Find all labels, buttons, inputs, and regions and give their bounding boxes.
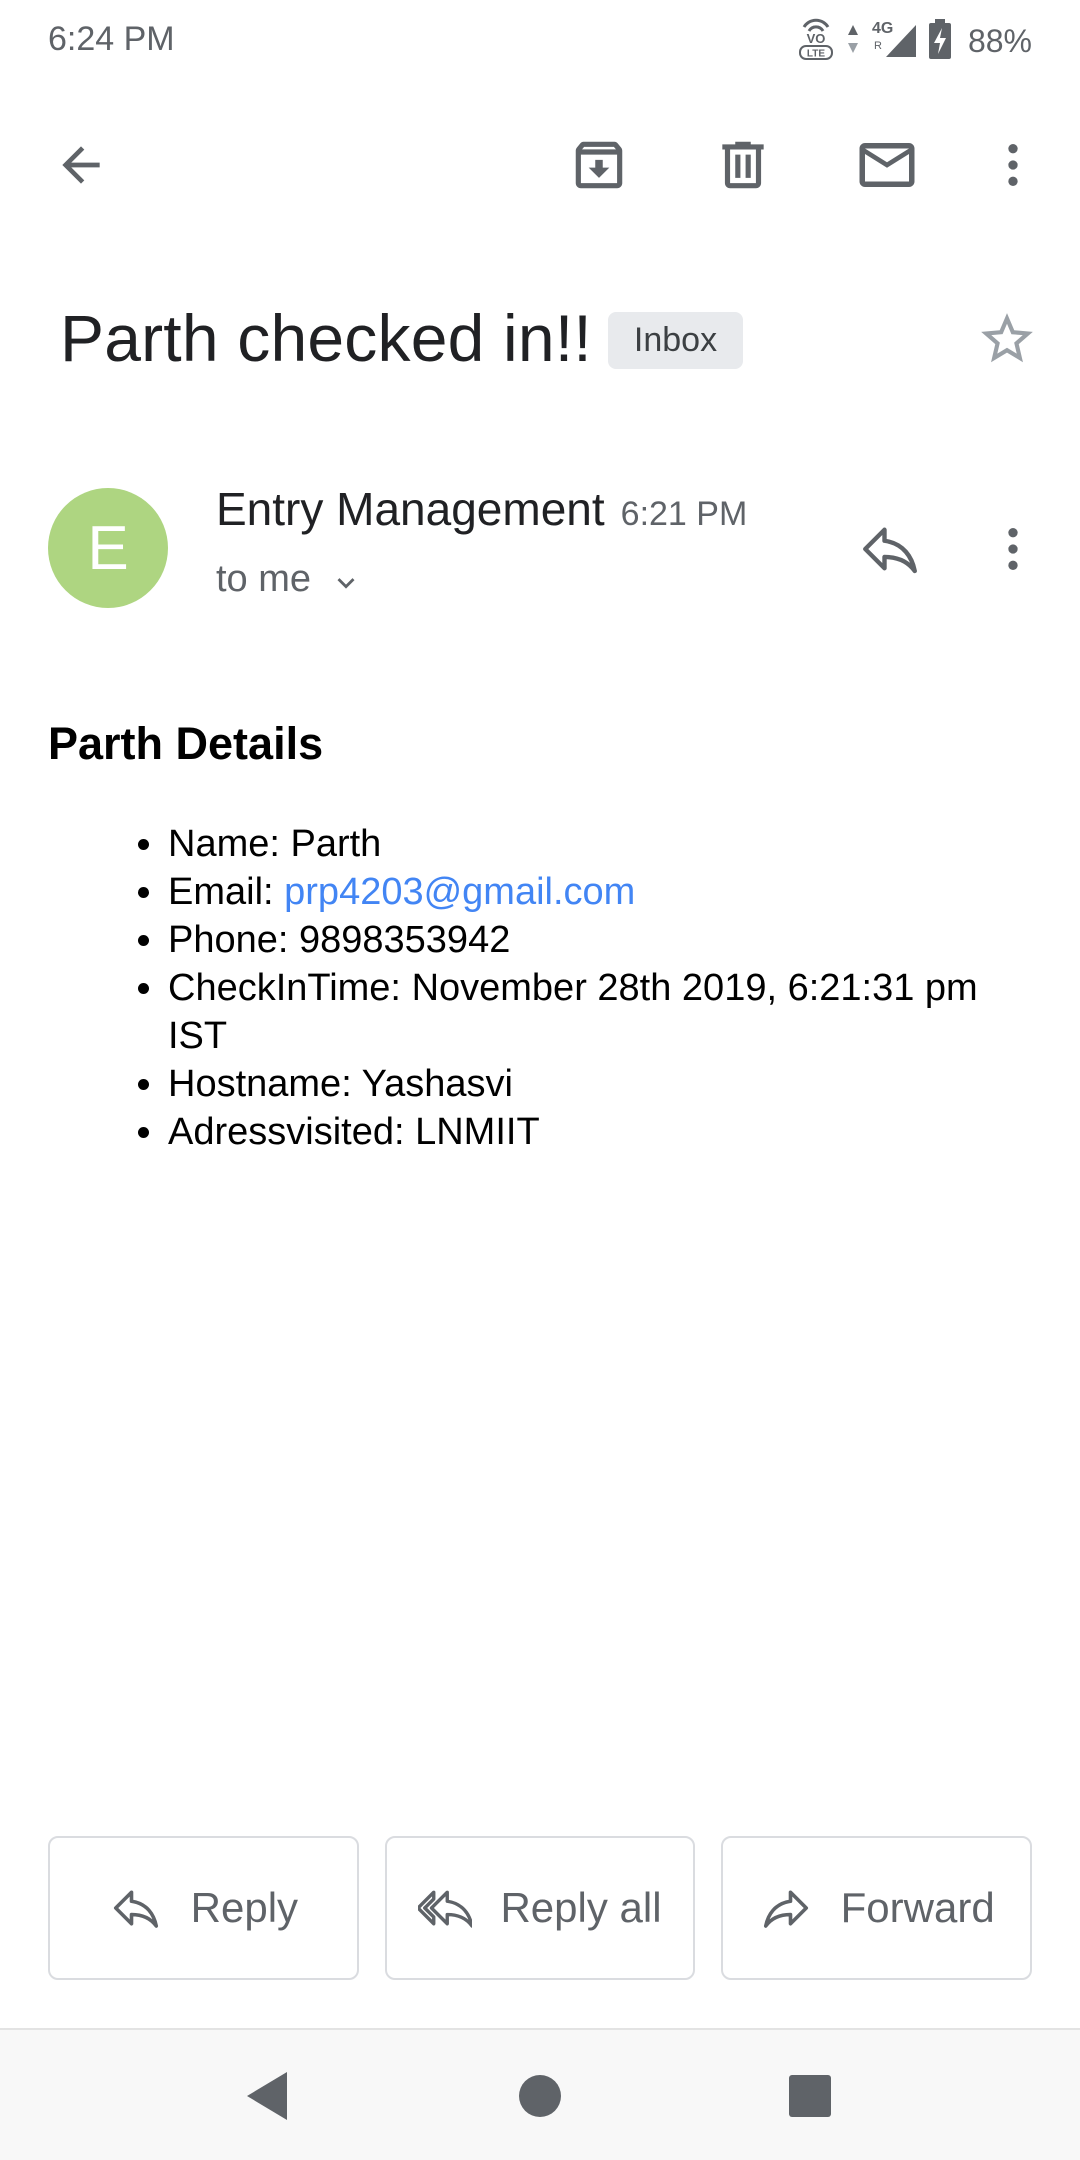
sender-name: Entry Management bbox=[216, 483, 605, 535]
back-button[interactable] bbox=[48, 132, 114, 198]
more-options-button[interactable] bbox=[980, 132, 1046, 198]
list-item: Email: prp4203@gmail.com bbox=[130, 868, 1010, 916]
nav-recents-button[interactable] bbox=[774, 2060, 846, 2132]
nav-back-button[interactable] bbox=[232, 2060, 304, 2132]
detail-label: Email: bbox=[168, 871, 285, 913]
delete-icon bbox=[722, 141, 764, 189]
detail-value: LNMIIT bbox=[415, 1111, 540, 1153]
svg-text:4G: 4G bbox=[872, 20, 893, 37]
status-time: 6:24 PM bbox=[48, 20, 175, 58]
label-chip[interactable]: Inbox bbox=[607, 311, 744, 369]
email-link[interactable]: prp4203@gmail.com bbox=[284, 871, 635, 913]
system-nav-bar bbox=[0, 2028, 1080, 2160]
sender-avatar[interactable]: E bbox=[48, 488, 168, 608]
action-buttons: Reply Reply all Forward bbox=[48, 1836, 1033, 1980]
list-item: Name: Parth bbox=[130, 820, 1010, 868]
sender-info: Entry Management 6:21 PM bbox=[216, 482, 747, 536]
signal-4g-icon: 4G R bbox=[870, 17, 918, 66]
list-item: Hostname: Yashasvi bbox=[130, 1060, 1010, 1108]
nav-home-icon bbox=[519, 2075, 561, 2117]
star-button[interactable] bbox=[974, 306, 1040, 372]
star-icon bbox=[981, 313, 1033, 363]
mark-unread-icon bbox=[859, 143, 915, 187]
reply-all-label: Reply all bbox=[500, 1884, 662, 1931]
recipient-details-toggle[interactable]: to me bbox=[216, 558, 363, 601]
detail-value: 9898353942 bbox=[299, 919, 511, 961]
subject-row: Parth checked in!! Inbox bbox=[60, 300, 744, 376]
nav-recents-icon bbox=[789, 2075, 831, 2117]
back-arrow-icon bbox=[62, 146, 100, 184]
nav-home-button[interactable] bbox=[504, 2060, 576, 2132]
delete-button[interactable] bbox=[710, 132, 776, 198]
email-subject: Parth checked in!! bbox=[60, 301, 592, 375]
reply-icon bbox=[113, 1890, 158, 1928]
email-toolbar bbox=[0, 110, 1080, 220]
list-item: Adressvisited: LNMIIT bbox=[130, 1108, 1010, 1156]
detail-label: Adressvisited: bbox=[168, 1111, 416, 1153]
volte-icon: VO LTE bbox=[796, 17, 836, 66]
reply-button[interactable]: Reply bbox=[48, 1836, 359, 1980]
message-more-button[interactable] bbox=[980, 516, 1046, 582]
more-vert-icon bbox=[1008, 144, 1018, 186]
svg-text:VO: VO bbox=[807, 31, 826, 46]
recipient-text: to me bbox=[216, 558, 312, 600]
detail-label: Phone: bbox=[168, 919, 299, 961]
list-item: CheckInTime: November 28th 2019, 6:21:31… bbox=[130, 964, 1010, 1060]
reply-label: Reply bbox=[190, 1884, 299, 1931]
detail-label: Name: bbox=[168, 823, 291, 865]
svg-text:LTE: LTE bbox=[807, 48, 825, 59]
forward-icon bbox=[763, 1890, 808, 1928]
archive-icon bbox=[575, 141, 623, 189]
quick-reply-button[interactable] bbox=[852, 516, 928, 582]
status-icons: VO LTE 4G R 88% bbox=[796, 16, 1032, 66]
battery-percent: 88% bbox=[967, 22, 1032, 59]
svg-text:R: R bbox=[874, 40, 882, 52]
detail-value: Yashasvi bbox=[361, 1063, 513, 1105]
nav-back-icon bbox=[247, 2072, 287, 2120]
chevron-down-icon bbox=[337, 577, 355, 589]
detail-label: CheckInTime: bbox=[168, 967, 412, 1009]
reply-icon bbox=[863, 527, 917, 574]
battery-charging-icon bbox=[928, 18, 952, 65]
data-activity-icon bbox=[846, 21, 860, 62]
status-bar: 6:24 PM VO LTE 4G R 88% bbox=[0, 0, 1080, 84]
email-time: 6:21 PM bbox=[620, 495, 748, 533]
list-item: Phone: 9898353942 bbox=[130, 916, 1010, 964]
body-heading: Parth Details bbox=[48, 718, 324, 769]
more-vert-icon bbox=[1008, 528, 1018, 570]
mark-unread-button[interactable] bbox=[854, 132, 920, 198]
forward-label: Forward bbox=[840, 1884, 995, 1931]
details-list: Name: Parth Email: prp4203@gmail.com Pho… bbox=[130, 820, 1010, 1156]
detail-label: Hostname: bbox=[168, 1063, 362, 1105]
reply-all-button[interactable]: Reply all bbox=[384, 1836, 696, 1980]
detail-value: Parth bbox=[290, 823, 382, 865]
archive-button[interactable] bbox=[566, 132, 632, 198]
forward-button[interactable]: Forward bbox=[721, 1836, 1033, 1980]
reply-all-icon bbox=[418, 1890, 473, 1928]
